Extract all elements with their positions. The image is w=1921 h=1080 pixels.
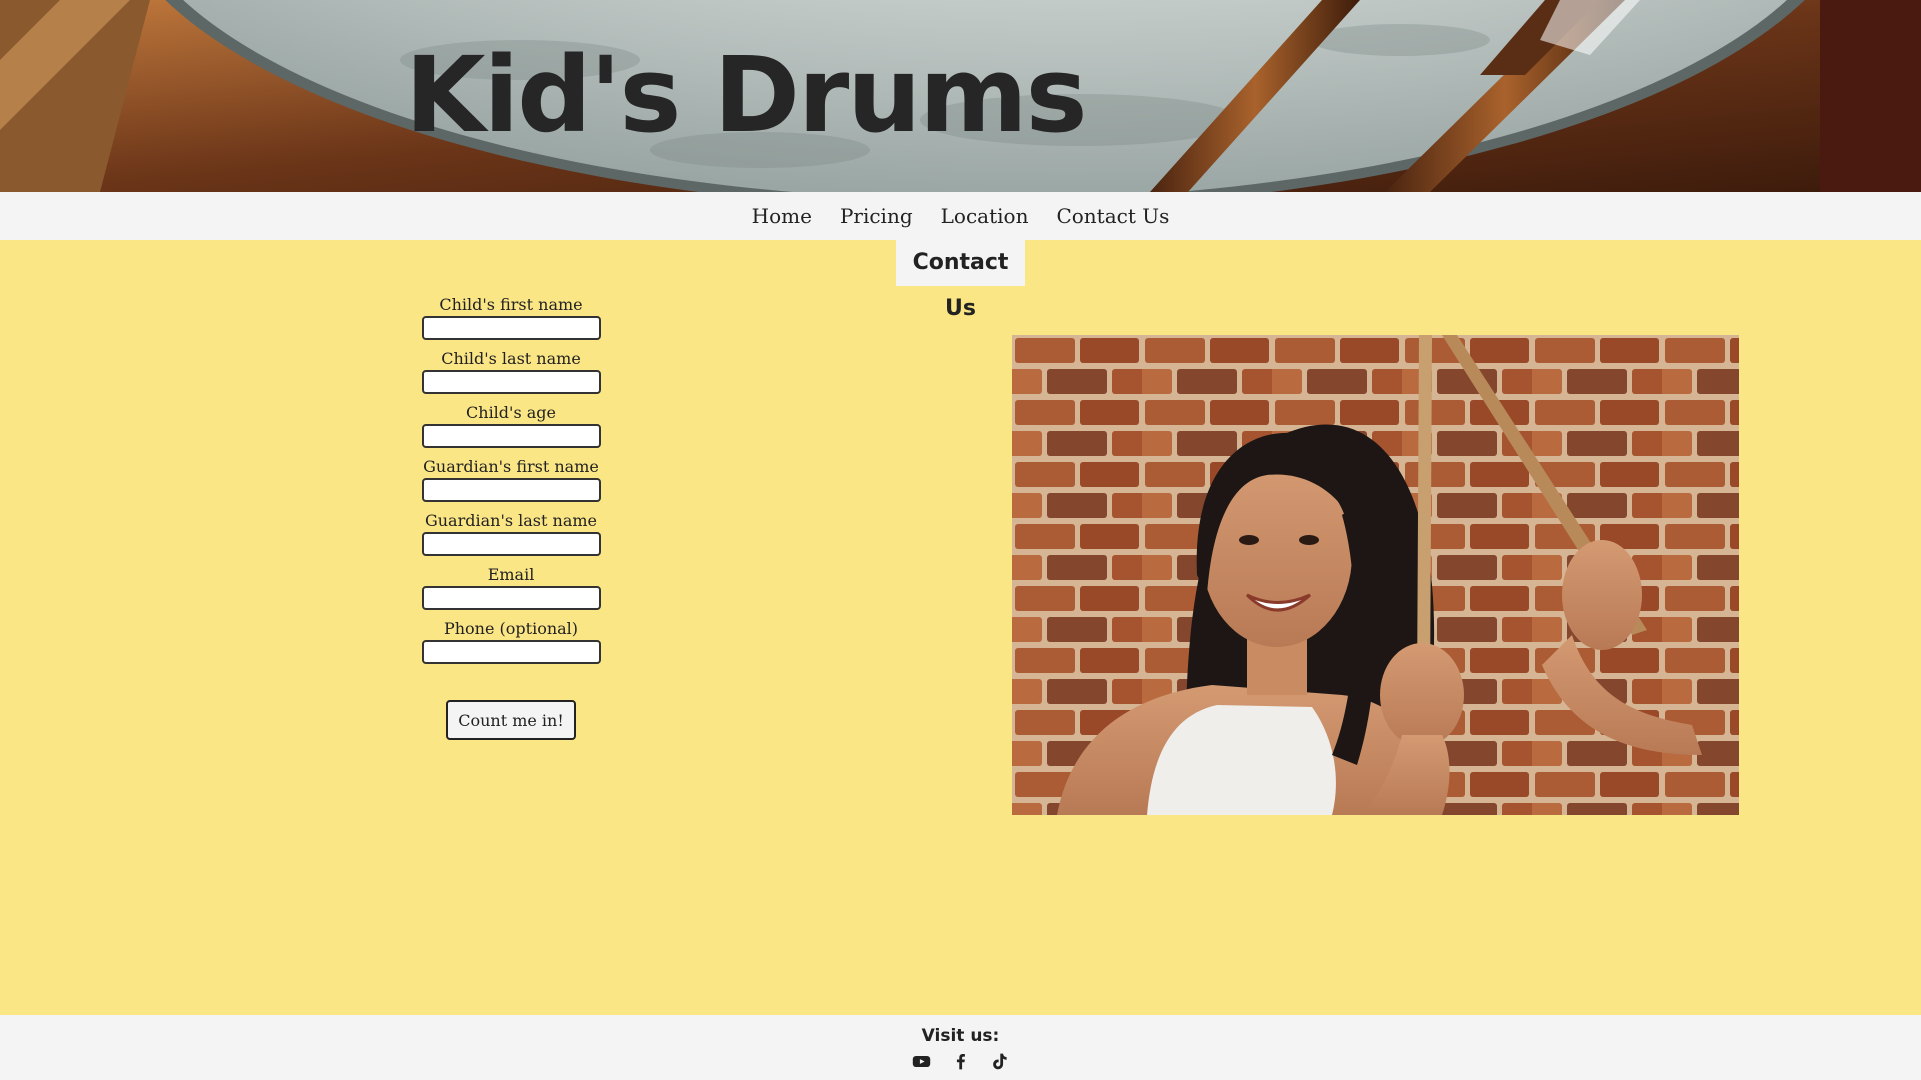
child-age-field: Child's age — [420, 402, 602, 448]
guardian-last-name-field: Guardian's last name — [420, 510, 602, 556]
phone-label: Phone (optional) — [443, 619, 579, 638]
guardian-first-name-input[interactable] — [421, 478, 601, 502]
child-age-label: Child's age — [466, 403, 556, 422]
page-title: Contact Us — [896, 240, 1025, 321]
tiktok-link[interactable] — [990, 1052, 1009, 1071]
hero-banner: Kid's Drums — [0, 0, 1921, 192]
child-age-input[interactable] — [421, 424, 601, 448]
footer-title: Visit us: — [921, 1026, 1000, 1046]
email-field: Email — [420, 564, 602, 610]
child-last-name-field: Child's last name — [420, 348, 602, 394]
email-label: Email — [487, 565, 535, 584]
guardian-last-name-label: Guardian's last name — [424, 511, 598, 530]
phone-input[interactable] — [421, 640, 601, 664]
nav-item-location[interactable]: Location — [927, 192, 1043, 240]
site-title: Kid's Drums — [405, 34, 1088, 156]
drummer-photo — [1012, 335, 1739, 815]
guardian-last-name-input[interactable] — [421, 532, 601, 556]
drummer-photo-image — [1012, 335, 1739, 815]
nav-item-contact-us[interactable]: Contact Us — [1042, 192, 1183, 240]
nav-item-home[interactable]: Home — [738, 192, 826, 240]
phone-field: Phone (optional) — [420, 618, 602, 664]
main-nav: Home Pricing Location Contact Us — [0, 192, 1921, 240]
site-footer: Visit us: — [0, 1015, 1921, 1080]
child-last-name-label: Child's last name — [441, 349, 581, 368]
tiktok-icon — [993, 1053, 1007, 1070]
facebook-icon — [956, 1053, 965, 1070]
child-first-name-input[interactable] — [421, 316, 601, 340]
facebook-link[interactable] — [951, 1052, 970, 1071]
child-first-name-label: Child's first name — [439, 295, 583, 314]
child-first-name-field: Child's first name — [420, 294, 602, 340]
contact-form: Child's first name Child's last name Chi… — [420, 294, 602, 740]
child-last-name-input[interactable] — [421, 370, 601, 394]
youtube-icon — [912, 1055, 931, 1068]
youtube-link[interactable] — [912, 1052, 931, 1071]
social-links — [0, 1052, 1921, 1071]
nav-item-pricing[interactable]: Pricing — [826, 192, 927, 240]
guardian-first-name-field: Guardian's first name — [420, 456, 602, 502]
email-input[interactable] — [421, 586, 601, 610]
guardian-first-name-label: Guardian's first name — [423, 457, 599, 476]
count-me-in-button[interactable]: Count me in! — [446, 700, 576, 740]
